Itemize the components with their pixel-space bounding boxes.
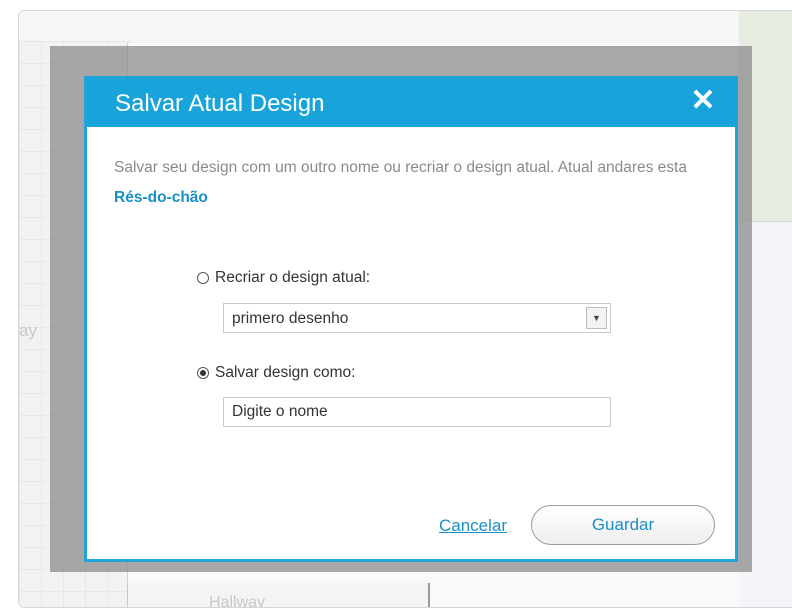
close-icon[interactable]: ✕: [689, 86, 717, 116]
floorplan-hallway: [127, 583, 430, 607]
save-design-dialog: Salvar Atual Design ✕ Salvar seu design …: [84, 76, 738, 562]
chevron-down-icon[interactable]: ▼: [586, 307, 607, 329]
recreate-option[interactable]: Recriar o design atual:: [197, 269, 370, 287]
save-button[interactable]: Guardar: [531, 505, 715, 545]
cancel-button[interactable]: Cancelar: [439, 516, 507, 536]
dialog-description: Salvar seu design com um outro nome ou r…: [114, 153, 694, 213]
recreate-radio[interactable]: [197, 272, 209, 284]
floorplan-label-way: ay: [19, 321, 37, 340]
save-as-radio[interactable]: [197, 367, 209, 379]
save-as-option-label: Salvar design como:: [215, 364, 356, 381]
current-floor-link[interactable]: Rés-do-chão: [114, 189, 208, 206]
design-select[interactable]: primero desenho ▼: [223, 303, 611, 333]
save-as-option[interactable]: Salvar design como:: [197, 364, 355, 382]
dialog-title: Salvar Atual Design: [115, 90, 325, 117]
design-select-value: primero desenho: [232, 310, 349, 327]
canvas-top-band: [19, 11, 792, 44]
dialog-header: Salvar Atual Design ✕: [87, 79, 735, 127]
floorplan-label-hallway: Hallway: [209, 594, 266, 608]
description-text: Salvar seu design com um outro nome ou r…: [114, 159, 687, 176]
recreate-option-label: Recriar o design atual:: [215, 269, 371, 286]
design-name-input[interactable]: Digite o nome: [223, 397, 611, 427]
